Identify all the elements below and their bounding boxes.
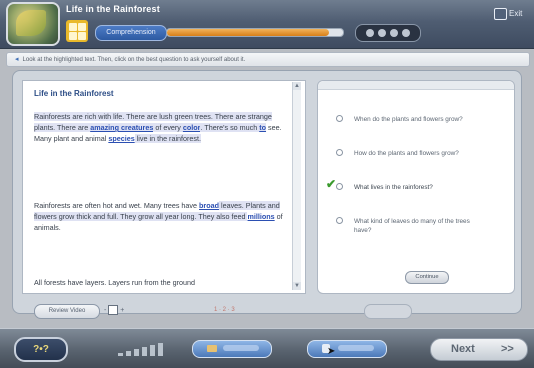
lesson-progress-bar xyxy=(166,28,344,37)
glossary-link[interactable]: to xyxy=(259,123,267,132)
glossary-link[interactable]: millions xyxy=(247,212,274,221)
page-indicator: 1 · 2 · 3 xyxy=(214,307,235,313)
exit-button[interactable]: Exit xyxy=(494,8,532,22)
glossary-link[interactable]: species xyxy=(108,134,134,143)
highlighter-button[interactable] xyxy=(307,340,387,358)
glossary-link[interactable]: color xyxy=(182,123,201,132)
mode-badge: Comprehension xyxy=(95,25,167,41)
disabled-button xyxy=(364,304,412,319)
review-video-button[interactable]: Review Video xyxy=(34,304,100,319)
passage-title: Life in the Rainforest xyxy=(34,89,114,98)
pointer-arrow-icon: ◂ xyxy=(15,56,19,63)
radio-icon[interactable] xyxy=(336,217,343,224)
notebook-icon xyxy=(207,345,217,352)
continue-button[interactable]: Continue xyxy=(405,271,449,284)
instruction-text: Look at the highlighted text. Then, clic… xyxy=(22,57,246,63)
panel-header-strip xyxy=(318,81,514,90)
app-header: Life in the Rainforest Comprehension Exi… xyxy=(0,0,534,49)
glossary-link[interactable]: broad xyxy=(199,201,219,210)
help-button[interactable]: ?•? xyxy=(14,337,68,362)
activity-dot xyxy=(390,29,398,37)
activity-dot xyxy=(402,29,410,37)
scroll-up-icon[interactable]: ▲ xyxy=(293,82,301,90)
activity-grid-icon xyxy=(66,20,88,42)
paragraph-2: Rainforests are often hot and wet. Many … xyxy=(34,201,283,232)
mouse-cursor-icon: ➤ xyxy=(327,346,336,357)
check-mark-icon: ✔ xyxy=(326,177,337,191)
lesson-title: Life in the Rainforest xyxy=(66,4,160,14)
reading-passage: Life in the Rainforest Rainforests are r… xyxy=(22,80,306,294)
activity-dot xyxy=(378,29,386,37)
next-arrow-icon: >> xyxy=(501,343,514,355)
next-button[interactable]: Next >> xyxy=(430,338,528,361)
paragraph-1: Rainforests are rich with life. There ar… xyxy=(34,112,282,143)
text-size-icon xyxy=(108,305,119,316)
exit-icon xyxy=(494,8,507,20)
glossary-link[interactable]: amazing creatures xyxy=(90,123,154,132)
notebook-button[interactable] xyxy=(192,340,272,358)
passage-scrollbar[interactable]: ▲ ▼ xyxy=(292,82,301,290)
lesson-progress-fill xyxy=(167,29,329,36)
instruction-bar: ◂ Look at the highlighted text. Then, cli… xyxy=(6,52,530,67)
radio-icon[interactable] xyxy=(336,115,343,122)
radio-icon[interactable] xyxy=(336,183,343,190)
question-panel: When do the plants and flowers grow? How… xyxy=(317,80,515,294)
volume-slider[interactable] xyxy=(118,343,180,356)
scroll-down-icon[interactable]: ▼ xyxy=(293,282,301,290)
paragraph-3: All forests have layers. Layers run from… xyxy=(34,278,195,287)
radio-icon[interactable] xyxy=(336,149,343,156)
activity-dot xyxy=(366,29,374,37)
text-size-control[interactable]: - + xyxy=(104,304,138,317)
activity-dots xyxy=(355,24,421,42)
rainforest-logo xyxy=(6,2,60,46)
